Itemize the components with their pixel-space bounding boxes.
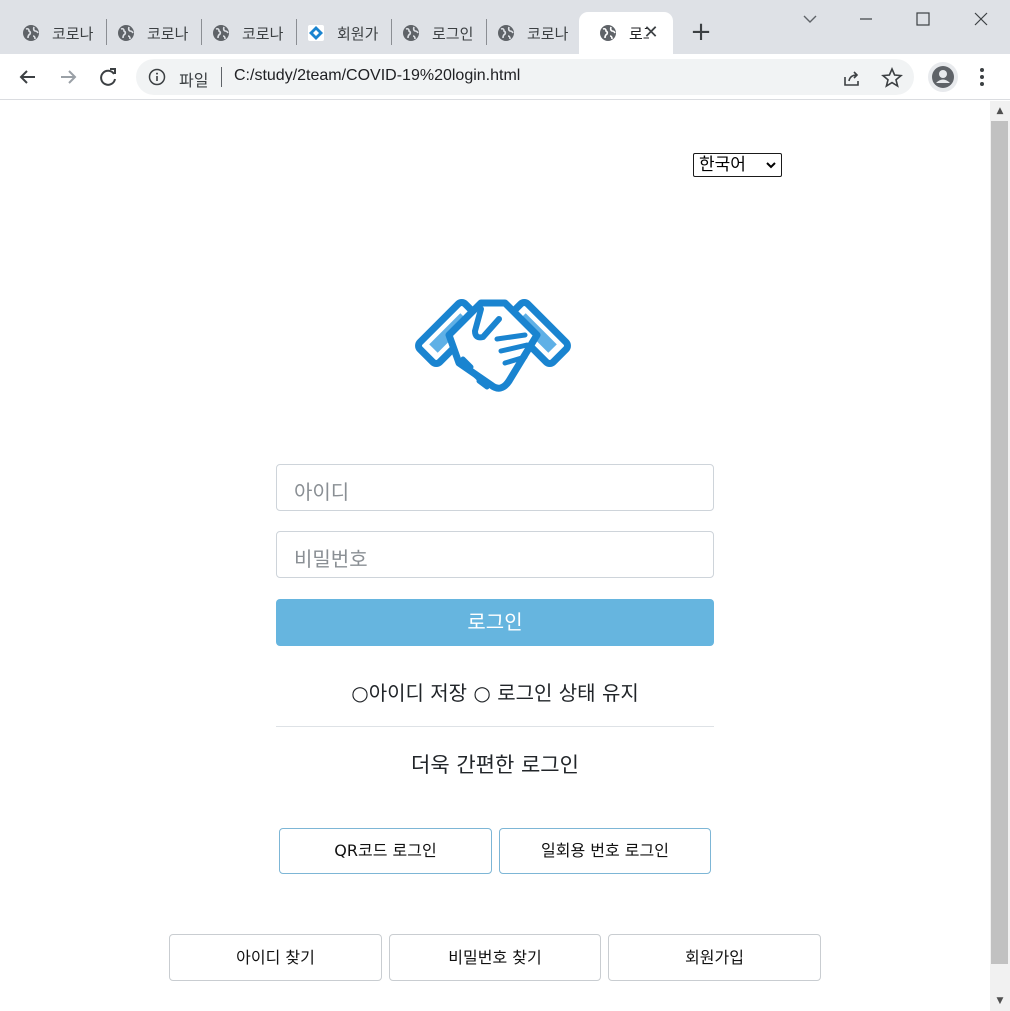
simple-login-title: 더욱 간편한 로그인 (411, 753, 579, 777)
tab-label: 회원가 (337, 24, 379, 43)
tab-label: 로그인 (432, 24, 474, 43)
browser-tab[interactable]: 코로나 (97, 12, 201, 54)
browser-tab-active[interactable]: 로그 ✕ (579, 12, 673, 54)
tab-search-chevron-icon[interactable] (795, 6, 825, 34)
globe-icon (213, 25, 229, 41)
address-bar[interactable]: 파일 C:/study/2team/COVID-19%20login.html (136, 59, 914, 95)
site-favicon-icon (308, 25, 324, 41)
qr-login-button[interactable]: QR코드 로그인 (279, 828, 492, 874)
username-input[interactable]: 아이디 (276, 464, 714, 511)
profile-avatar[interactable] (928, 62, 958, 92)
close-tab-icon[interactable]: ✕ (641, 23, 661, 43)
find-id-button[interactable]: 아이디 찾기 (169, 934, 382, 981)
tab-label: 코로나 (52, 24, 94, 43)
otp-login-button[interactable]: 일회용 번호 로그인 (499, 828, 711, 874)
signup-button[interactable]: 회원가입 (608, 934, 821, 981)
reload-icon[interactable] (93, 62, 123, 92)
login-button[interactable]: 로그인 (276, 599, 714, 646)
globe-icon (403, 25, 419, 41)
browser-tab[interactable]: 코로나 (2, 12, 106, 54)
new-tab-button[interactable]: + (686, 18, 716, 48)
password-placeholder: 비밀번호 (294, 547, 368, 571)
url-scheme-label: 파일 (179, 71, 209, 90)
tab-label: 코로나 (242, 24, 284, 43)
browser-tab[interactable]: 로그인 (382, 12, 486, 54)
globe-icon (600, 25, 616, 41)
vertical-scrollbar[interactable]: ▲ ▼ (990, 101, 1010, 1011)
username-placeholder: 아이디 (294, 480, 350, 504)
divider (276, 726, 714, 727)
tab-label: 코로나 (147, 24, 189, 43)
globe-icon (498, 25, 514, 41)
tab-strip: 코로나 코로나 코로나 회원가 로그인 코로나 로그 ✕ + (0, 0, 1010, 54)
browser-tab[interactable]: 회원가 (287, 12, 391, 54)
url-divider (221, 67, 222, 87)
browser-toolbar: 파일 C:/study/2team/COVID-19%20login.html (0, 54, 1010, 100)
bookmark-star-icon[interactable] (881, 67, 903, 89)
share-icon[interactable] (841, 67, 863, 89)
tab-label: 코로나 (527, 24, 569, 43)
chevron-down-icon (766, 162, 776, 169)
scroll-up-arrow-icon[interactable]: ▲ (990, 103, 1010, 119)
more-menu-icon[interactable] (970, 62, 994, 92)
find-password-button[interactable]: 비밀번호 찾기 (389, 934, 601, 981)
language-select-value: 한국어 (699, 155, 746, 175)
maximize-icon[interactable] (908, 6, 938, 34)
forward-arrow-icon[interactable] (53, 62, 83, 92)
globe-icon (118, 25, 134, 41)
login-options[interactable]: ○아이디 저장 ○ 로그인 상태 유지 (276, 677, 714, 706)
language-select[interactable]: 한국어 (693, 153, 782, 177)
close-window-icon[interactable] (966, 6, 996, 34)
scrollbar-thumb[interactable] (991, 121, 1008, 964)
person-icon (932, 66, 954, 88)
info-icon[interactable] (148, 68, 166, 86)
browser-tab[interactable]: 코로나 (477, 12, 577, 54)
password-input[interactable]: 비밀번호 (276, 531, 714, 578)
globe-icon (23, 25, 39, 41)
url-text[interactable]: C:/study/2team/COVID-19%20login.html (234, 67, 520, 85)
browser-tab[interactable]: 코로나 (192, 12, 296, 54)
back-arrow-icon[interactable] (13, 62, 43, 92)
scroll-down-arrow-icon[interactable]: ▼ (990, 993, 1010, 1009)
page-viewport: 한국어 아이디 비밀번호 로그인 ○아이디 저장 ○ 로그인 상태 유지 더욱 … (0, 101, 990, 1011)
minimize-icon[interactable] (851, 6, 881, 34)
handshake-logo-icon (415, 299, 571, 392)
